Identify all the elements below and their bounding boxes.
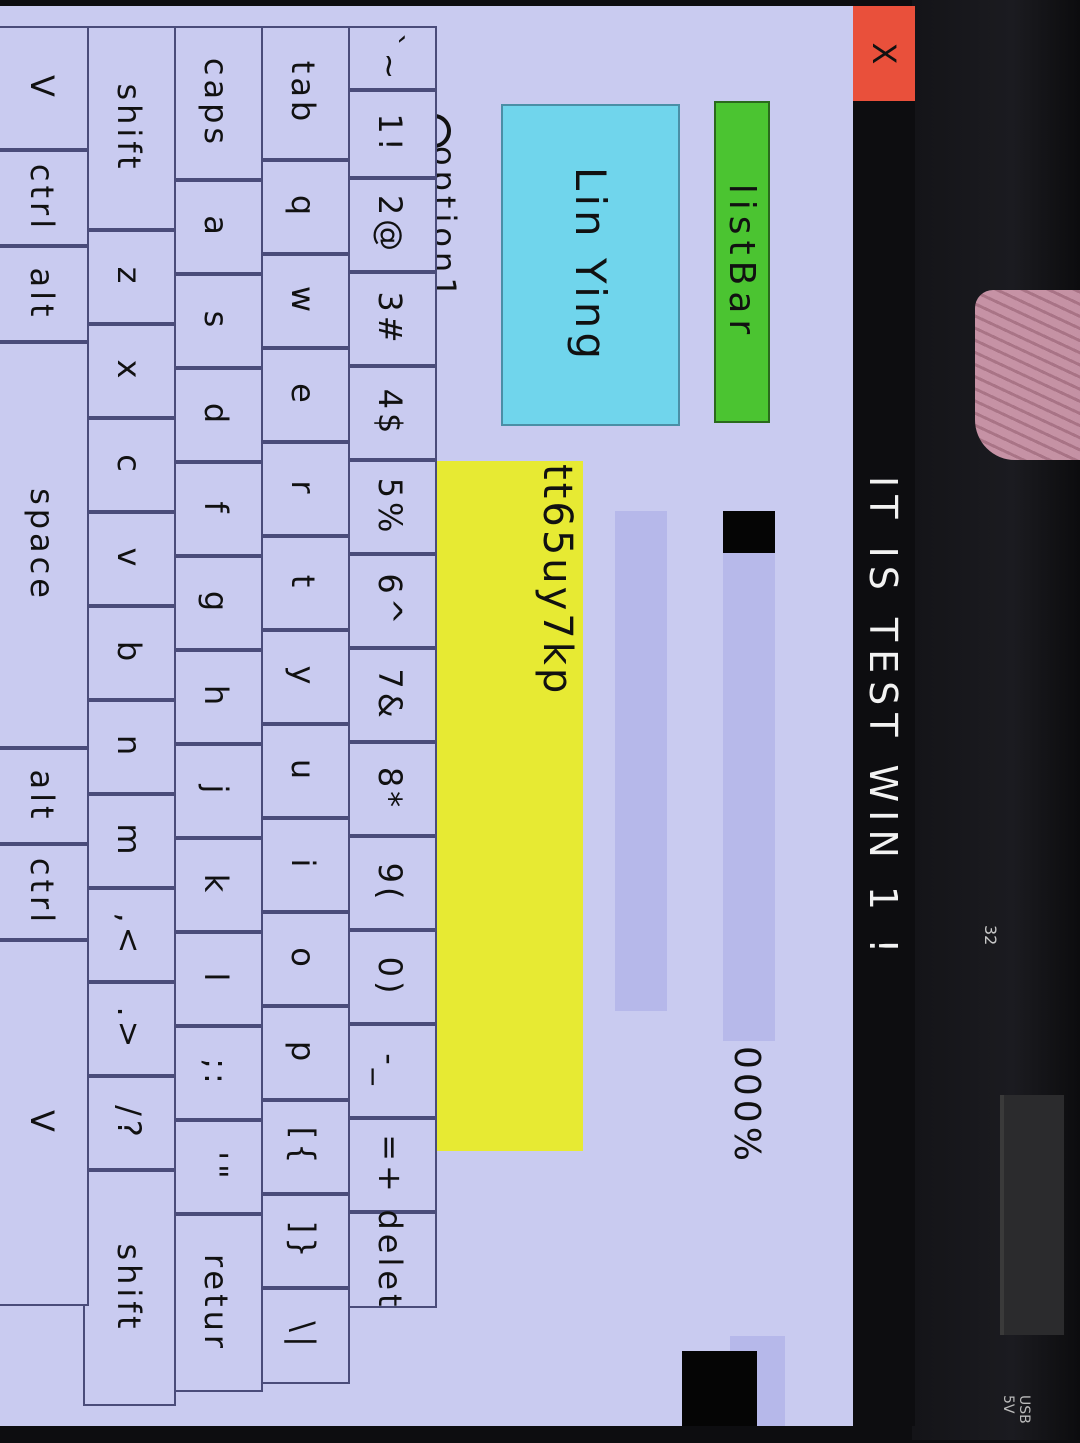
key[interactable]: m [83,794,176,888]
key[interactable]: 0) [344,930,437,1024]
key[interactable]: ,< [83,888,176,982]
key[interactable]: caps [170,26,263,180]
key[interactable]: g [170,556,263,650]
key[interactable]: d [170,368,263,462]
key[interactable]: y [257,630,350,724]
text-input-value: tt65uy7kp [534,464,580,697]
keyboard-row: shift z x c v b n m ,< .>/? shift [83,26,176,1426]
key[interactable]: a [170,180,263,274]
secondary-bar-fill [682,1351,757,1426]
key[interactable]: 1! [344,90,437,178]
key[interactable]: tab [257,26,350,160]
key[interactable]: w [257,254,350,348]
close-button[interactable]: X [853,6,915,101]
keyboard-row: caps a s d f g h j k l;: '" retur [170,26,263,1426]
key[interactable]: 2@ [344,178,437,272]
key[interactable]: 4$ [344,366,437,460]
progress-bar [723,511,775,1041]
key[interactable]: k [170,838,263,932]
key[interactable]: l [170,932,263,1026]
progress-percent: 000% [726,1046,767,1165]
key[interactable]: r [257,442,350,536]
key[interactable]: delet [344,1209,437,1311]
usb-label: USB 5V [1000,1395,1032,1424]
key[interactable]: i [257,818,350,912]
key[interactable]: .> [83,982,176,1076]
key[interactable]: V [0,26,89,150]
key[interactable]: 9( [344,836,437,930]
key[interactable]: t [257,536,350,630]
pcb-label: 32 [981,925,1000,946]
name-label-box[interactable]: Lin Ying [501,104,680,426]
key[interactable]: -_ [344,1024,437,1118]
key[interactable]: \| [257,1288,350,1384]
key[interactable]: retur [170,1214,263,1392]
key[interactable]: h [170,650,263,744]
key[interactable]: v [83,512,176,606]
key[interactable]: ctrl [0,150,89,246]
window-title: IT IS TEST WIN 1 ! [861,476,905,962]
key[interactable]: 6^ [344,554,437,648]
key[interactable]: x [83,324,176,418]
lcd-screen: X IT IS TEST WIN 1 ! listBar 000% Lin Yi… [0,6,915,1426]
key[interactable]: ctrl [0,844,89,940]
key[interactable]: o [257,912,350,1006]
keyboard-row: `~ 1! 2@ 3# 4$ 5% 6^ 7& 8* 9(0) -_ =+ delet [344,26,437,1426]
key[interactable]: `~ [344,26,437,90]
key[interactable]: q [257,160,350,254]
key[interactable]: V [0,940,89,1306]
key[interactable]: /? [83,1076,176,1170]
key[interactable]: n [83,700,176,794]
key[interactable]: b [83,606,176,700]
key[interactable]: '" [170,1120,263,1214]
key[interactable]: 8* [344,742,437,836]
key[interactable]: p [257,1006,350,1100]
key[interactable]: j [170,744,263,838]
key[interactable]: shift [83,26,176,230]
key[interactable]: =+ [344,1118,437,1212]
keyboard-row: Vctrl alt space alt ctrl V [0,26,89,1426]
key[interactable]: ]} [257,1194,350,1288]
key[interactable]: [{ [257,1100,350,1194]
key[interactable]: e [257,348,350,442]
key[interactable]: u [257,724,350,818]
key[interactable]: z [83,230,176,324]
key[interactable]: f [170,462,263,556]
key[interactable]: space [0,342,89,748]
ribbon-cable [975,290,1080,460]
on-screen-keyboard: `~ 1! 2@ 3# 4$ 5% 6^ 7& 8* 9(0) -_ =+ delet tab q w e r t y… [0,26,437,1426]
key[interactable]: 5% [344,460,437,554]
key[interactable]: s [170,274,263,368]
key[interactable]: 3# [344,272,437,366]
slider-track[interactable] [615,511,667,1011]
progress-bar-fill [723,511,775,554]
close-icon: X [865,42,903,65]
key[interactable]: 7& [344,648,437,742]
key[interactable]: alt [0,748,89,844]
listbar-button[interactable]: listBar [714,101,770,423]
board-connector [1000,1095,1064,1335]
keyboard-row: tab q w e r t y u i o p[{]} \| [257,26,350,1426]
key[interactable]: c [83,418,176,512]
key[interactable]: ;: [170,1026,263,1120]
key[interactable]: shift [83,1170,176,1406]
key[interactable]: alt [0,246,89,342]
